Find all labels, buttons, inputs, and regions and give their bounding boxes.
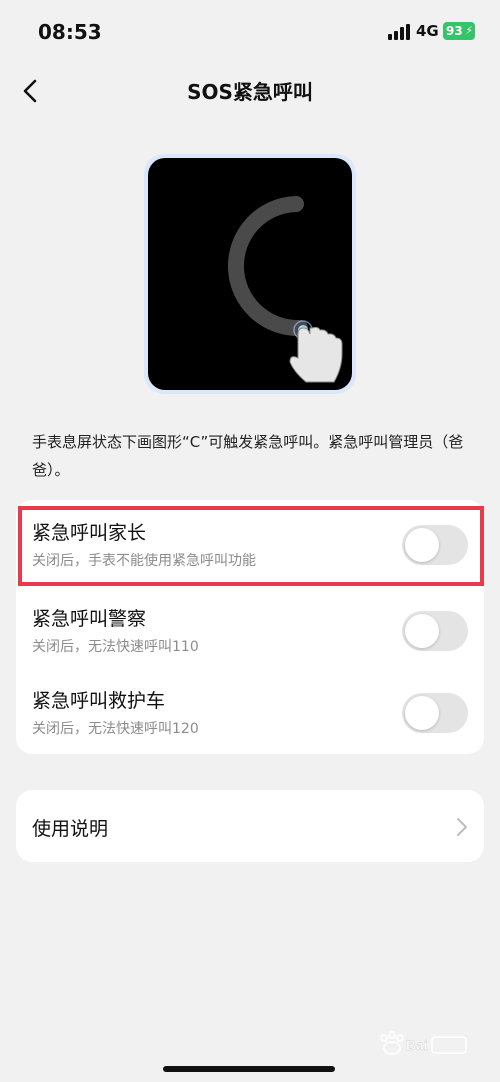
toggle-knob [405, 696, 439, 730]
call-police-toggle[interactable] [402, 611, 468, 651]
battery-level: 93 [446, 24, 463, 38]
baidu-jingyan-watermark-logo: Bai [380, 1031, 467, 1055]
page-title: SOS紧急呼叫 [187, 80, 313, 104]
usage-instructions-label: 使用说明 [32, 818, 109, 840]
status-bar: 08:53 4G 93 ⚡ [0, 0, 500, 64]
setting-title: 紧急呼叫救护车 [32, 690, 166, 712]
svg-text:Bai: Bai [406, 1037, 428, 1053]
status-time: 08:53 [38, 20, 102, 44]
nav-bar: SOS紧急呼叫 [0, 64, 500, 116]
charging-bolt-icon: ⚡ [465, 24, 473, 37]
setting-row-call-police: 紧急呼叫警察 关闭后，无法快速呼叫110 [16, 586, 484, 666]
setting-subtitle: 关闭后，无法快速呼叫110 [32, 639, 199, 655]
setting-title: 紧急呼叫家长 [32, 522, 147, 544]
toggle-knob [405, 614, 439, 648]
emergency-settings-card: 紧急呼叫家长 关闭后，手表不能使用紧急呼叫功能 紧急呼叫警察 关闭后，无法快速呼… [16, 500, 484, 754]
network-label: 4G [416, 22, 439, 40]
setting-row-call-parent: 紧急呼叫家长 关闭后，手表不能使用紧急呼叫功能 [16, 500, 484, 580]
call-parent-toggle[interactable] [402, 525, 468, 565]
home-indicator [163, 1066, 335, 1072]
signal-icon [388, 24, 410, 40]
chevron-right-icon [457, 818, 467, 836]
watch-screen-image [148, 158, 352, 390]
toggle-knob [405, 528, 439, 562]
usage-instructions-row[interactable]: 使用说明 [16, 790, 484, 862]
setting-subtitle: 关闭后，手表不能使用紧急呼叫功能 [32, 553, 256, 569]
setting-row-call-ambulance: 紧急呼叫救护车 关闭后，无法快速呼叫120 [16, 668, 484, 748]
battery-icon: 93 ⚡ [443, 22, 475, 40]
setting-title: 紧急呼叫警察 [32, 608, 147, 630]
gesture-illustration [144, 154, 356, 394]
gesture-description: 手表息屏状态下画图形“C”可触发紧急呼叫。紧急呼叫管理员（爸爸）。 [32, 433, 464, 479]
call-ambulance-toggle[interactable] [402, 693, 468, 733]
setting-subtitle: 关闭后，无法快速呼叫120 [32, 721, 199, 737]
